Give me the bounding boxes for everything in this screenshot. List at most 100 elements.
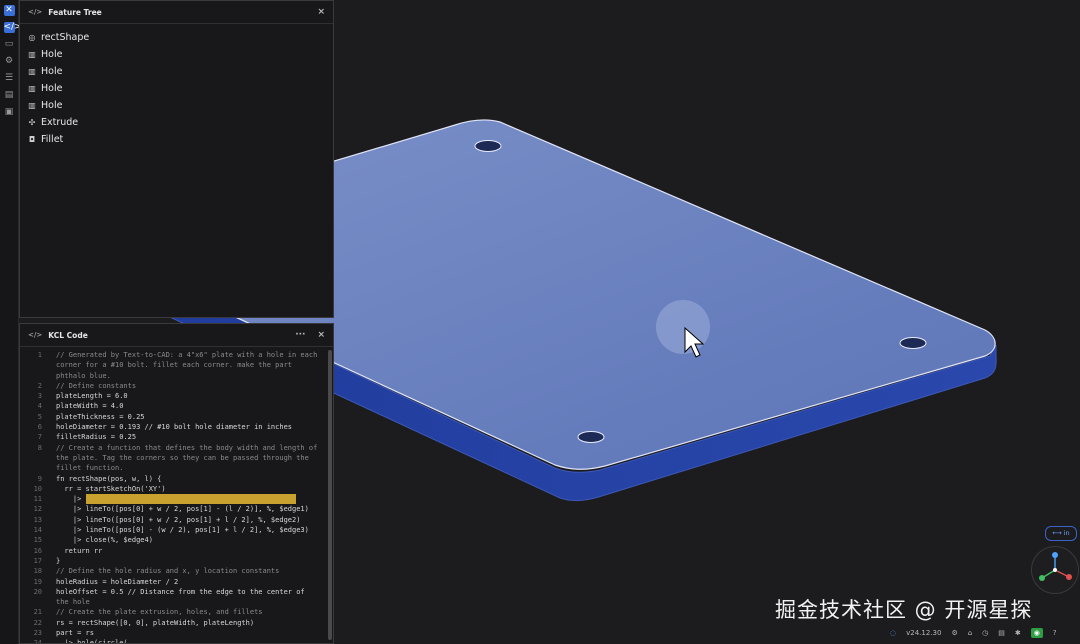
code-line[interactable]: 12 |> lineTo([pos[0] + w / 2, pos[1] - (…	[20, 504, 333, 514]
line-number: 3	[37, 392, 42, 401]
code-line[interactable]: corner for a #10 bolt. fillet each corne…	[20, 360, 333, 370]
tree-item[interactable]: ✣ Extrude	[26, 114, 333, 131]
line-number: 15	[33, 536, 42, 545]
hole-3	[899, 337, 927, 349]
feature-tree-list: ◎ rectShape ▥ Hole ▥ Hole ▥ Hole ▥ Hole ✣ Extr…	[20, 24, 333, 148]
more-icon[interactable]: ···	[295, 330, 305, 340]
line-number: 17	[33, 556, 42, 565]
code-line[interactable]: 11 |>	[20, 494, 333, 505]
line-number	[20, 371, 56, 381]
code-line[interactable]: 7 filletRadius = 0.25	[20, 432, 333, 442]
kcl-code-panel: </> KCL Code ··· × 1 // Generated by Text…	[19, 323, 334, 644]
code-line[interactable]: 16 return rr	[20, 546, 333, 556]
feature-tree-panel: </> Feature Tree × ◎ rectShape ▥ Hole ▥ Hol…	[19, 0, 334, 318]
code-editor[interactable]: 1 // Generated by Text-to-CAD: a 4"x6" pl…	[20, 347, 333, 644]
line-number	[20, 360, 56, 370]
line-number: 24	[33, 639, 42, 644]
close-icon[interactable]: ×	[317, 330, 325, 340]
files-icon[interactable]: ▭	[4, 39, 15, 50]
code-line[interactable]: the hole	[20, 597, 333, 607]
clock-icon[interactable]: ◷	[982, 629, 988, 637]
hole-4	[577, 431, 605, 443]
line-number: 2	[37, 381, 42, 390]
bug-icon[interactable]: ✱	[1015, 629, 1021, 637]
gear-icon[interactable]: ⚙	[951, 629, 957, 637]
code-line[interactable]: fillet function.	[20, 463, 333, 473]
code-line[interactable]: 24 |> hole(circle(	[20, 638, 333, 644]
tree-item[interactable]: ◘ Fillet	[26, 131, 333, 148]
status-bar: ◌ v24.12.30 ⚙ ⌂ ◷ ▤ ✱ ◉ ?	[890, 624, 1067, 642]
line-number: 13	[33, 515, 42, 524]
line-text: fn rectShape(pos, w, l) {	[56, 474, 162, 483]
line-text: // Create a function that defines the bo…	[56, 443, 318, 452]
feature-tree-header: </> Feature Tree ×	[20, 1, 333, 24]
hole-icon: ▥	[28, 67, 36, 76]
code-line[interactable]: 17}	[20, 556, 333, 566]
tool-rail: ✕ </> ▭ ⚙ ☰ ▤ ▣	[0, 0, 22, 644]
tree-item[interactable]: ▥ Hole	[26, 80, 333, 97]
line-text: rs = rectShape([0, 0], plateWidth, plate…	[56, 618, 255, 627]
line-text: // Define the hole radius and x, y locat…	[56, 567, 280, 576]
doc-icon[interactable]: ▤	[998, 629, 1005, 637]
settings-icon[interactable]: ⚙	[4, 56, 15, 67]
code-line[interactable]: 2 // Define constants	[20, 381, 333, 391]
code-line[interactable]: 18 // Define the hole radius and x, y loc…	[20, 566, 333, 576]
tree-item[interactable]: ▥ Hole	[26, 97, 333, 114]
tree-item[interactable]: ◎ rectShape	[26, 29, 333, 46]
line-number: 22	[33, 618, 42, 627]
code-line[interactable]: phthalo blue.	[20, 371, 333, 381]
list-icon[interactable]: ☰	[4, 73, 15, 84]
kcl-code-header: </> KCL Code ··· ×	[20, 324, 333, 347]
code-line[interactable]: 3 plateLength = 6.0	[20, 391, 333, 401]
variables-icon[interactable]: ▤	[4, 90, 15, 101]
tree-item[interactable]: ▥ Hole	[26, 46, 333, 63]
line-number: 19	[33, 577, 42, 586]
code-icon: </>	[28, 331, 43, 339]
home-icon[interactable]: ⌂	[968, 629, 972, 637]
scrollbar[interactable]	[328, 350, 332, 640]
code-line[interactable]: 21 // Create the plate extrusion, holes, …	[20, 607, 333, 617]
line-number: 4	[37, 402, 42, 411]
line-number: 12	[33, 505, 42, 514]
line-text: |> lineTo([pos[0] + w / 2, pos[1] - (l /…	[56, 505, 309, 514]
line-text: holeRadius = holeDiameter / 2	[56, 577, 179, 586]
code-line[interactable]: 9 fn rectShape(pos, w, l) {	[20, 474, 333, 484]
line-number: 16	[33, 546, 42, 555]
line-number	[20, 597, 56, 607]
help-icon[interactable]: ?	[1053, 629, 1057, 637]
code-line[interactable]: 22 rs = rectShape([0, 0], plateWidth, pla…	[20, 618, 333, 628]
hole-1	[474, 140, 502, 152]
line-number: 11	[33, 495, 42, 504]
code-line[interactable]: 15 |> close(%, $edge4)	[20, 535, 333, 545]
orientation-gizmo[interactable]	[1031, 546, 1079, 594]
unit-badge[interactable]: ⟷ in	[1045, 526, 1077, 541]
code-line[interactable]: 10 rr = startSketchOn('XY')	[20, 484, 333, 494]
tree-item[interactable]: ▥ Hole	[26, 63, 333, 80]
logs-icon[interactable]: ▣	[4, 107, 15, 118]
hole-icon: ▥	[28, 50, 36, 59]
code-line[interactable]: 1 // Generated by Text-to-CAD: a 4"x6" pl…	[20, 350, 333, 360]
line-number: 18	[33, 567, 42, 576]
close-icon[interactable]: ×	[317, 7, 325, 17]
code-line[interactable]: 20 holeOffset = 0.5 // Distance from the …	[20, 587, 333, 597]
code-line[interactable]: the plate. Tag the corners so they can b…	[20, 453, 333, 463]
code-line[interactable]: 23 part = rs	[20, 628, 333, 638]
code-line[interactable]: 6 holeDiameter = 0.193 // #10 bolt hole d…	[20, 422, 333, 432]
line-text: plateWidth = 4.0	[56, 402, 124, 411]
line-number: 23	[33, 629, 42, 638]
line-number: 6	[37, 423, 42, 432]
hover-highlight	[656, 300, 710, 354]
sketch-icon: ◎	[28, 33, 36, 42]
code-line[interactable]: 13 |> lineTo([pos[0] + w / 2, pos[1] + l…	[20, 515, 333, 525]
code-line[interactable]: 19 holeRadius = holeDiameter / 2	[20, 577, 333, 587]
line-number: 20	[33, 587, 42, 596]
code-line[interactable]: 14 |> lineTo([pos[0] - (w / 2), pos[1] +…	[20, 525, 333, 535]
code-line[interactable]: 8 // Create a function that defines the b…	[20, 443, 333, 453]
line-number: 1	[37, 351, 42, 359]
network-status-icon[interactable]: ◉	[1030, 628, 1043, 638]
code-panel-icon[interactable]: </>	[3, 22, 22, 33]
code-line[interactable]: 4 plateWidth = 4.0	[20, 401, 333, 411]
code-line[interactable]: 5 plateThickness = 0.25	[20, 412, 333, 422]
line-text: |> hole(circle(	[56, 639, 128, 644]
logo-icon[interactable]: ✕	[3, 5, 15, 16]
